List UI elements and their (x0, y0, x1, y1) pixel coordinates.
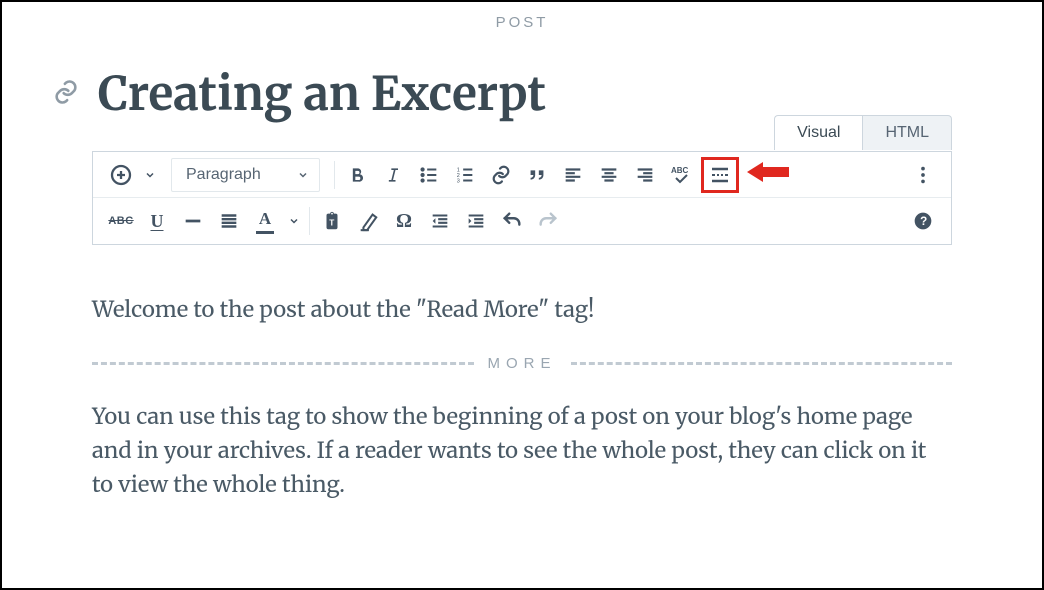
tab-html[interactable]: HTML (862, 115, 952, 150)
bullet-list-button[interactable] (411, 157, 447, 193)
editor-toolbar: Paragraph 123 (92, 151, 952, 245)
read-more-label: MORE (488, 355, 557, 372)
svg-text:ABC: ABC (671, 166, 689, 175)
svg-text:3: 3 (456, 178, 459, 184)
bold-button[interactable] (339, 157, 375, 193)
special-character-button[interactable]: Ω (386, 203, 422, 239)
underline-button[interactable]: U (139, 203, 175, 239)
align-right-button[interactable] (627, 157, 663, 193)
numbered-list-button[interactable]: 123 (447, 157, 483, 193)
post-label: POST (2, 14, 1042, 31)
content-paragraph-2[interactable]: You can use this tag to show the beginni… (92, 400, 952, 502)
undo-button[interactable] (494, 203, 530, 239)
svg-text:?: ? (920, 215, 927, 228)
add-block-dropdown[interactable] (139, 157, 161, 193)
indent-button[interactable] (458, 203, 494, 239)
chevron-down-icon (297, 169, 309, 181)
tab-visual[interactable]: Visual (774, 115, 862, 150)
italic-button[interactable] (375, 157, 411, 193)
red-arrow-annotation (747, 159, 789, 190)
text-color-dropdown[interactable] (283, 203, 305, 239)
read-more-button[interactable] (705, 161, 735, 189)
permalink-icon[interactable] (52, 78, 80, 111)
paste-text-button[interactable]: T (314, 203, 350, 239)
format-select-label: Paragraph (186, 166, 261, 184)
read-more-separator[interactable]: MORE (92, 355, 952, 372)
align-center-button[interactable] (591, 157, 627, 193)
text-color-button[interactable]: A (247, 203, 283, 239)
add-block-button[interactable] (103, 157, 139, 193)
horizontal-rule-button[interactable] (175, 203, 211, 239)
read-more-highlight (701, 157, 739, 193)
spellcheck-button[interactable]: ABC (663, 157, 699, 193)
post-title[interactable]: Creating an Excerpt (98, 65, 546, 123)
align-justify-button[interactable] (211, 203, 247, 239)
more-options-button[interactable] (905, 157, 941, 193)
link-button[interactable] (483, 157, 519, 193)
content-paragraph-1[interactable]: Welcome to the post about the "Read More… (92, 293, 952, 327)
redo-button[interactable] (530, 203, 566, 239)
help-button[interactable]: ? (905, 203, 941, 239)
strikethrough-button[interactable]: ABC (103, 203, 139, 239)
format-select[interactable]: Paragraph (171, 158, 320, 192)
svg-text:T: T (329, 219, 334, 228)
align-left-button[interactable] (555, 157, 591, 193)
blockquote-button[interactable] (519, 157, 555, 193)
editor-tabs: Visual HTML (774, 115, 952, 150)
outdent-button[interactable] (422, 203, 458, 239)
clear-formatting-button[interactable] (350, 203, 386, 239)
